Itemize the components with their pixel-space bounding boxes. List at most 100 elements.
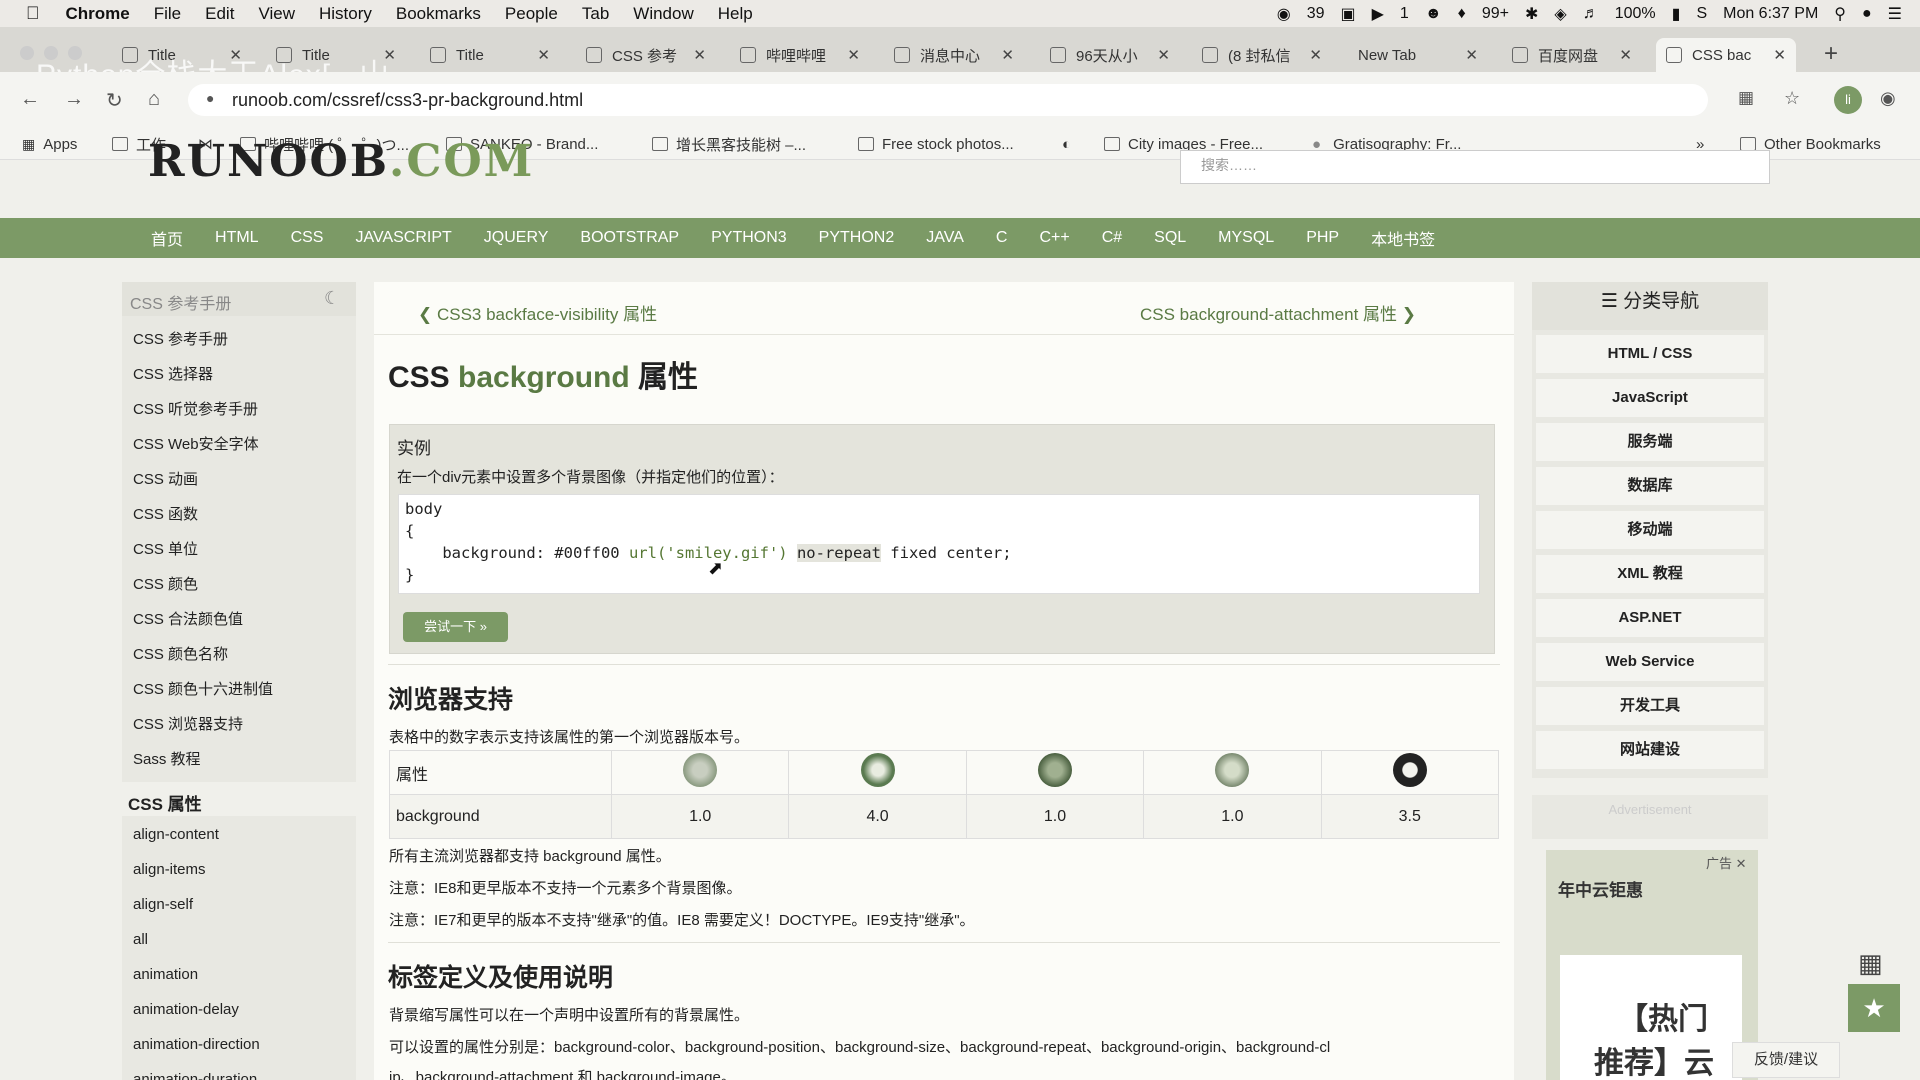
close-icon[interactable]: ✕ <box>1773 46 1786 64</box>
bookmark-globe[interactable]: ◐ <box>1062 128 1071 160</box>
back-icon[interactable]: ← <box>20 88 40 111</box>
wifi-icon[interactable]: ◈ <box>1554 4 1566 24</box>
nav-html[interactable]: HTML <box>199 229 275 247</box>
menu-view[interactable]: View <box>246 4 307 24</box>
nav-sql[interactable]: SQL <box>1138 229 1202 247</box>
nav-home[interactable]: 首页 <box>135 226 199 250</box>
sidebar-item[interactable]: align-self <box>133 896 193 913</box>
qr-code-icon[interactable]: ▦ <box>1858 948 1883 979</box>
tab-9[interactable]: New Tab ✕ <box>1348 38 1488 72</box>
tab-10[interactable]: 百度网盘 ✕ <box>1502 38 1642 72</box>
play-icon[interactable]: ▶ <box>1372 4 1384 24</box>
prev-article-link[interactable]: ❮ CSS3 backface-visibility 属性 <box>418 300 657 325</box>
tab-5[interactable]: 哔哩哔哩 ✕ <box>730 38 870 72</box>
new-tab-button[interactable]: + <box>1824 40 1838 68</box>
sidebar-item[interactable]: animation-delay <box>133 1001 239 1018</box>
nav-mysql[interactable]: MYSQL <box>1202 229 1290 247</box>
category-item[interactable]: 网站建设 <box>1536 731 1764 769</box>
sidebar-item[interactable]: align-items <box>133 861 206 878</box>
sidebar-item[interactable]: CSS 函数 <box>133 503 198 524</box>
close-icon[interactable]: ✕ <box>1309 46 1322 64</box>
lock-icon[interactable]: ● <box>206 90 214 106</box>
category-item[interactable]: JavaScript <box>1536 379 1764 417</box>
apple-icon[interactable]:  <box>0 3 54 24</box>
menu-history[interactable]: History <box>307 4 384 24</box>
screen-record-icon[interactable]: ▣ <box>1340 4 1355 24</box>
menu-file[interactable]: File <box>142 4 193 24</box>
tab-3[interactable]: Title ✕ <box>420 38 560 72</box>
sidebar-item[interactable]: CSS 颜色 <box>133 573 198 594</box>
sidebar-item[interactable]: CSS 听觉参考手册 <box>133 398 258 419</box>
sidebar-item[interactable]: CSS 参考手册 <box>133 328 228 349</box>
next-article-link[interactable]: CSS background-attachment 属性 ❯ <box>1140 300 1416 325</box>
category-item[interactable]: 移动端 <box>1536 511 1764 549</box>
sidebar-item[interactable]: CSS 单位 <box>133 538 198 559</box>
sidebar-item[interactable]: Sass 教程 <box>133 748 201 769</box>
category-item[interactable]: HTML / CSS <box>1536 335 1764 373</box>
tab-8[interactable]: (8 封私信 ✕ <box>1192 38 1332 72</box>
close-icon[interactable]: ✕ <box>537 46 550 64</box>
bookmark-growth-hacker[interactable]: 增长黑客技能树 –... <box>652 128 806 160</box>
nav-python2[interactable]: PYTHON2 <box>803 229 911 247</box>
try-it-button[interactable]: 尝试一下 » <box>403 612 508 642</box>
site-logo[interactable]: RUNOOB.COM <box>148 140 534 182</box>
sidebar-item[interactable]: CSS 合法颜色值 <box>133 608 243 629</box>
profile-avatar[interactable]: li <box>1834 86 1862 114</box>
menu-app-name[interactable]: Chrome <box>54 4 142 24</box>
nav-java[interactable]: JAVA <box>910 229 980 247</box>
nav-cpp[interactable]: C++ <box>1023 229 1085 247</box>
category-item[interactable]: ASP.NET <box>1536 599 1764 637</box>
sidebar-item[interactable]: CSS 颜色名称 <box>133 643 228 664</box>
sidebar-item[interactable]: CSS 动画 <box>133 468 198 489</box>
clock[interactable]: Mon 6:37 PM <box>1723 5 1818 23</box>
sidebar-item[interactable]: animation-direction <box>133 1036 260 1053</box>
menu-tab[interactable]: Tab <box>570 4 621 24</box>
menu-help[interactable]: Help <box>706 4 765 24</box>
category-item[interactable]: 数据库 <box>1536 467 1764 505</box>
nav-javascript[interactable]: JAVASCRIPT <box>339 229 467 247</box>
moon-icon[interactable]: ☾ <box>324 288 340 309</box>
menu-edit[interactable]: Edit <box>193 4 246 24</box>
nav-bootstrap[interactable]: BOOTSTRAP <box>564 229 695 247</box>
s-app-icon[interactable]: S <box>1696 5 1707 23</box>
close-icon[interactable]: ✕ <box>1619 46 1632 64</box>
sidebar-item[interactable]: CSS 选择器 <box>133 363 213 384</box>
reload-icon[interactable]: ↻ <box>106 88 123 113</box>
category-item[interactable]: Web Service <box>1536 643 1764 681</box>
wechat-icon[interactable]: ◉ <box>1277 4 1291 24</box>
sidebar-item[interactable]: all <box>133 931 148 948</box>
tab-11-active[interactable]: CSS bac ✕ <box>1656 38 1796 72</box>
sidebar-item[interactable]: animation <box>133 966 198 983</box>
ad-tag[interactable]: 广告 ✕ <box>1706 853 1747 872</box>
forward-icon[interactable]: → <box>64 88 84 111</box>
nav-jquery[interactable]: JQUERY <box>468 229 565 247</box>
battery-icon[interactable]: ▮ <box>1672 4 1681 24</box>
close-icon[interactable]: ✕ <box>693 46 706 64</box>
sidebar-item[interactable]: animation-duration <box>133 1071 257 1080</box>
category-item[interactable]: XML 教程 <box>1536 555 1764 593</box>
close-icon[interactable]: ✕ <box>1157 46 1170 64</box>
extension-icon[interactable]: ◉ <box>1880 88 1896 109</box>
star-icon[interactable]: ☆ <box>1784 88 1800 109</box>
tab-7[interactable]: 96天从小 ✕ <box>1040 38 1180 72</box>
sidebar-item[interactable]: CSS Web安全字体 <box>133 433 259 454</box>
user-icon[interactable]: ● <box>1862 5 1872 23</box>
close-icon[interactable]: ✕ <box>847 46 860 64</box>
feedback-button[interactable]: 反馈/建议 <box>1732 1042 1840 1078</box>
bookmark-free-stock[interactable]: Free stock photos... <box>858 128 1014 160</box>
bell-icon[interactable]: ♦ <box>1458 5 1466 23</box>
home-icon[interactable]: ⌂ <box>148 88 160 111</box>
qq-icon[interactable]: ☻ <box>1425 5 1442 23</box>
volume-icon[interactable]: ♬ <box>1583 5 1599 23</box>
notification-center-icon[interactable]: ☰ <box>1888 4 1902 24</box>
menu-people[interactable]: People <box>493 4 570 24</box>
close-icon[interactable]: ✕ <box>1001 46 1014 64</box>
translate-icon[interactable]: ▦ <box>1738 88 1754 108</box>
sidebar-item[interactable]: CSS 浏览器支持 <box>133 713 243 734</box>
nav-php[interactable]: PHP <box>1290 229 1355 247</box>
nav-local-bookmarks[interactable]: 本地书签 <box>1355 226 1451 250</box>
nav-csharp[interactable]: C# <box>1086 229 1138 247</box>
close-icon[interactable]: ✕ <box>1465 46 1478 64</box>
spotlight-icon[interactable]: ⚲ <box>1834 4 1846 24</box>
sidebar-item[interactable]: CSS 颜色十六进制值 <box>133 678 273 699</box>
